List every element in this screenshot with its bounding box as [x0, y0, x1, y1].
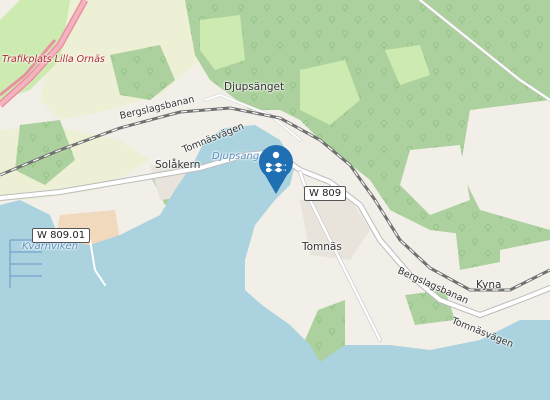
road-shield-w80901: W 809.01 [32, 228, 91, 243]
forest-area [455, 220, 500, 270]
label-djupsanget: Djupsänget [224, 81, 285, 93]
label-kyna: Kyna [476, 279, 502, 291]
swimming-marker-pin[interactable] [256, 143, 296, 195]
label-kvarnviken: Kvarnviken [22, 241, 79, 252]
road-shield-w809: W 809 [304, 186, 347, 201]
label-tomnas: Tomnäs [302, 241, 342, 253]
label-solakern: Solåkern [155, 159, 201, 171]
label-trafikplats: Trafikplats Lilla Ornäs [2, 54, 105, 65]
